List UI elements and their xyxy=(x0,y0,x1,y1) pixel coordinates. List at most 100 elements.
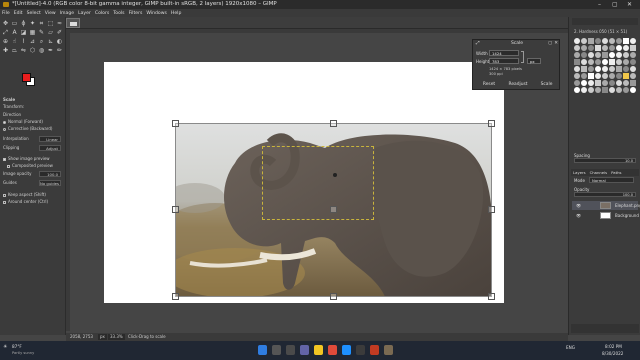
brush-preset[interactable] xyxy=(623,45,629,51)
layer-row-background[interactable]: 👁 Background xyxy=(572,211,639,220)
brush-preset[interactable] xyxy=(574,52,580,58)
brush-preset[interactable] xyxy=(581,66,587,72)
brush-preset[interactable] xyxy=(574,73,580,79)
brush-preset[interactable] xyxy=(581,45,587,51)
ink-tool-icon[interactable]: ✒ xyxy=(47,47,54,54)
layer-opacity-slider[interactable]: 100.0 xyxy=(574,192,636,197)
brush-preset[interactable] xyxy=(630,80,636,86)
crop-tool-icon[interactable]: ⌗ xyxy=(38,20,45,27)
brush-preset[interactable] xyxy=(609,52,615,58)
brush-preset[interactable] xyxy=(630,45,636,51)
cage-tool-icon[interactable]: ⬡ xyxy=(29,47,36,54)
brush-preset[interactable] xyxy=(630,38,636,44)
layer-visibility-icon[interactable]: 👁 xyxy=(576,201,581,210)
transform-handle-bottom-left[interactable] xyxy=(172,293,179,300)
transform-handle-left[interactable] xyxy=(172,206,179,213)
brush-preset[interactable] xyxy=(623,38,629,44)
reset-button[interactable]: Reset xyxy=(476,80,502,89)
brush-preset[interactable] xyxy=(588,45,594,51)
brush-preset[interactable] xyxy=(602,87,608,93)
warp-tool-icon[interactable]: ≈ xyxy=(56,20,63,27)
unit-select[interactable]: px xyxy=(98,334,107,340)
brush-preset[interactable] xyxy=(623,73,629,79)
spacing-slider[interactable]: 10.0 xyxy=(574,158,636,163)
dodge-tool-icon[interactable]: ◐ xyxy=(56,38,63,45)
move-tool-icon[interactable]: ✥ xyxy=(2,20,9,27)
tab-layers[interactable]: Layers xyxy=(571,170,588,175)
search-icon[interactable] xyxy=(272,345,281,355)
mode-select[interactable]: Normal xyxy=(589,177,634,183)
brush-preset[interactable] xyxy=(616,80,622,86)
brush-preset[interactable] xyxy=(609,59,615,65)
clone-tool-icon[interactable]: ⊕ xyxy=(2,38,9,45)
lasso-tool-icon[interactable]: ϕ xyxy=(20,20,27,27)
clock-time[interactable]: 8:02 PM xyxy=(605,344,622,349)
maximize-icon[interactable]: ▢ xyxy=(612,0,618,9)
color-picker-tool-icon[interactable]: ⊿ xyxy=(29,38,36,45)
image-tab[interactable] xyxy=(66,18,80,28)
brush-preset[interactable] xyxy=(574,59,580,65)
transform-handle-center[interactable] xyxy=(330,206,337,213)
start-button-icon[interactable] xyxy=(258,345,267,355)
brush-preset[interactable] xyxy=(609,87,615,93)
brush-preset[interactable] xyxy=(609,45,615,51)
brush-preset[interactable] xyxy=(574,80,580,86)
transform-handle-bottom-right[interactable] xyxy=(488,293,495,300)
zoom-select[interactable]: 33.3% xyxy=(108,334,125,340)
perspective-tool-icon[interactable]: ⏢ xyxy=(11,47,18,54)
brush-preset[interactable] xyxy=(623,59,629,65)
transform-handle-top-left[interactable] xyxy=(172,120,179,127)
teams-icon[interactable] xyxy=(300,345,309,355)
eraser-tool-icon[interactable]: ▱ xyxy=(47,29,54,36)
brush-preset[interactable] xyxy=(630,73,636,79)
direction-normal-radio[interactable]: Normal (Forward) xyxy=(3,119,63,125)
close-icon[interactable]: ✕ xyxy=(627,0,632,9)
brush-preset[interactable] xyxy=(602,45,608,51)
text-tool-icon[interactable]: A xyxy=(11,29,18,36)
brush-preset[interactable] xyxy=(595,59,601,65)
direction-corrective-radio[interactable]: Corrective (Backward) xyxy=(3,126,63,132)
dialog-close-icon[interactable]: ✕ xyxy=(554,40,558,47)
smudge-tool-icon[interactable]: ☝ xyxy=(11,38,18,45)
dialog-detach-icon[interactable]: ◻ xyxy=(548,40,552,47)
image-opacity-slider[interactable]: 100.0 xyxy=(39,171,61,177)
brush-preset[interactable] xyxy=(574,38,580,44)
unit-select[interactable]: px xyxy=(527,58,541,64)
brush-preset[interactable] xyxy=(616,73,622,79)
composited-preview-checkbox[interactable]: Composited preview xyxy=(3,163,63,169)
brush-preset[interactable] xyxy=(602,73,608,79)
brush-preset[interactable] xyxy=(595,66,601,72)
brush-preset[interactable] xyxy=(588,73,594,79)
brush-preset[interactable] xyxy=(602,59,608,65)
interpolation-select[interactable]: Linear xyxy=(39,136,61,142)
language-indicator[interactable]: ENG xyxy=(566,345,575,350)
brush-preset[interactable] xyxy=(574,45,580,51)
paintbrush-tool-icon[interactable]: ✎ xyxy=(38,29,45,36)
gimp-taskbar-icon[interactable] xyxy=(384,345,393,355)
brush-preset[interactable] xyxy=(574,87,580,93)
guides-select[interactable]: No guides xyxy=(39,180,61,186)
transform-handle-top-right[interactable] xyxy=(488,120,495,127)
brush-preset[interactable] xyxy=(595,87,601,93)
show-preview-checkbox[interactable]: Show image preview xyxy=(3,156,63,162)
paths-tool-icon[interactable]: ⌇ xyxy=(20,38,27,45)
transform-handle-top[interactable] xyxy=(330,120,337,127)
scale-button[interactable]: Scale xyxy=(534,80,559,89)
brush-preset[interactable] xyxy=(616,52,622,58)
brush-preset[interactable] xyxy=(581,59,587,65)
gradient-tool-icon[interactable]: ▦ xyxy=(29,29,36,36)
scale-tool-icon[interactable]: ⤢ xyxy=(2,29,9,36)
task-view-icon[interactable] xyxy=(286,345,295,355)
airbrush-tool-icon[interactable]: ✐ xyxy=(56,29,63,36)
transform-handle-right[interactable] xyxy=(488,206,495,213)
minimize-icon[interactable]: – xyxy=(598,0,601,9)
layer-row-elephant[interactable]: 👁 Elephant.png xyxy=(572,201,640,210)
flip-tool-icon[interactable]: ⇋ xyxy=(20,47,27,54)
brush-preset[interactable] xyxy=(602,80,608,86)
brush-preset[interactable] xyxy=(581,38,587,44)
brush-preset[interactable] xyxy=(616,59,622,65)
brush-preset[interactable] xyxy=(588,59,594,65)
brush-preset[interactable] xyxy=(588,38,594,44)
brush-preset[interactable] xyxy=(630,87,636,93)
brush-preset[interactable] xyxy=(616,66,622,72)
